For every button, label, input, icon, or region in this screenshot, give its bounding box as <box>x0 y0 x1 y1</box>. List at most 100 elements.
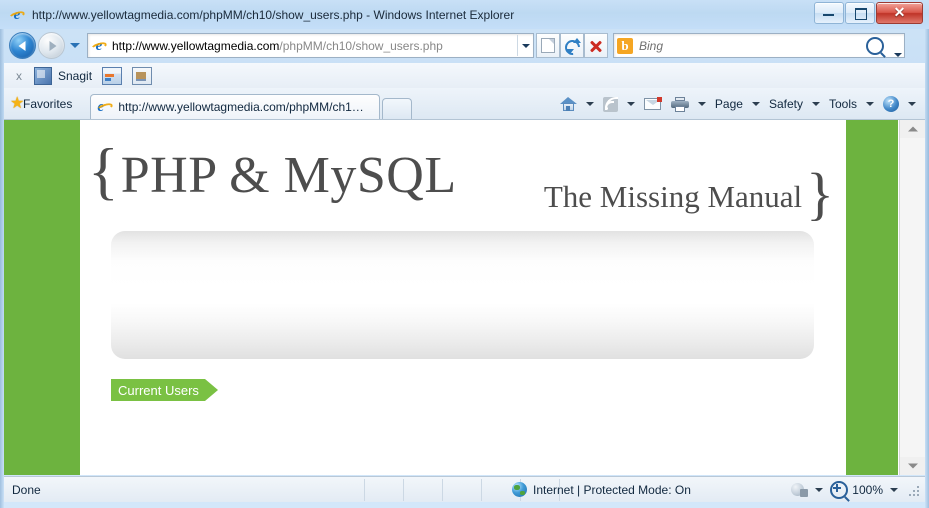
address-host: http://www.yellowtagmedia.com <box>112 38 280 53</box>
bing-icon: b <box>617 37 633 54</box>
zoom-dropdown[interactable] <box>890 487 898 492</box>
safety-menu[interactable]: Safety <box>765 93 807 115</box>
scroll-down-button[interactable] <box>900 457 925 475</box>
arrow-left-icon <box>18 40 25 51</box>
security-zone[interactable]: Internet | Protected Mode: On <box>512 477 691 502</box>
section-tab-current-users: Current Users <box>111 379 218 401</box>
new-tab-button[interactable] <box>382 98 413 119</box>
search-icon[interactable] <box>866 36 884 55</box>
close-icon: ✕ <box>893 4 906 20</box>
snagit-toolbar: x Snagit <box>4 63 925 89</box>
section-tab-arrow-icon <box>204 379 218 401</box>
search-input[interactable]: Bing <box>639 39 866 53</box>
home-dropdown[interactable] <box>585 102 594 106</box>
feeds-button[interactable] <box>599 93 622 115</box>
feeds-dropdown[interactable] <box>626 102 635 106</box>
internet-explorer-icon: e <box>9 7 25 23</box>
rss-feed-icon <box>602 96 618 112</box>
zoom-icon[interactable] <box>830 480 849 499</box>
search-box[interactable]: b Bing <box>613 33 905 58</box>
page-background: { PHP & MySQL The Missing Manual } Curre… <box>4 120 898 475</box>
back-button[interactable] <box>9 32 36 59</box>
help-button[interactable]: ? <box>879 93 903 115</box>
compatibility-view-button[interactable] <box>536 33 560 58</box>
close-button[interactable]: ✕ <box>876 2 923 24</box>
mail-button[interactable] <box>640 93 665 115</box>
stop-icon <box>588 38 604 54</box>
home-button[interactable] <box>556 93 581 115</box>
chevron-down-icon <box>522 44 530 48</box>
recent-pages-dropdown[interactable] <box>70 43 80 48</box>
maximize-icon <box>855 8 867 20</box>
page-menu-label: Page <box>714 97 743 111</box>
privacy-dropdown[interactable] <box>815 487 824 492</box>
navigation-bar: e http://www.yellowtagmedia.com/phpMM/ch… <box>4 29 925 62</box>
status-bar-right: 100% <box>791 477 919 502</box>
browser-window: e http://www.yellowtagmedia.com/phpMM/ch… <box>0 0 929 508</box>
chevron-down-icon <box>908 463 918 469</box>
favorites-label: Favorites <box>23 97 73 111</box>
address-dropdown-button[interactable] <box>517 35 533 56</box>
printer-icon <box>670 96 689 112</box>
favorites-and-tabs-bar: ★ Favorites e http://www.yellowtagmedia.… <box>4 88 925 119</box>
favorites-button[interactable]: ★ Favorites <box>10 92 82 116</box>
stop-button[interactable] <box>584 33 608 58</box>
address-path: /phpMM/ch10/show_users.php <box>279 38 443 53</box>
tab-favicon-icon: e <box>97 99 105 115</box>
section-tab-body: Current Users <box>111 379 205 401</box>
title-bar: e http://www.yellowtagmedia.com/phpMM/ch… <box>0 0 929 29</box>
snagit-label: Snagit <box>58 68 93 83</box>
address-input[interactable]: http://www.yellowtagmedia.com/phpMM/ch10… <box>112 39 517 53</box>
help-icon: ? <box>883 96 899 112</box>
zoom-level: 100% <box>852 482 883 497</box>
content-panel <box>111 231 814 359</box>
minimize-button[interactable] <box>814 2 844 24</box>
safety-menu-caret[interactable] <box>811 102 820 106</box>
tools-menu-label: Tools <box>828 97 857 111</box>
page-menu-caret[interactable] <box>751 102 760 106</box>
refresh-button[interactable] <box>560 33 584 58</box>
tab-strip: e http://www.yellowtagmedia.com/phpMM/ch… <box>90 88 413 119</box>
status-bar: Done Internet | Protected Mode: On 100% <box>4 476 925 502</box>
site-subtitle-group: The Missing Manual } <box>543 161 834 226</box>
page-title: PHP & MySQL <box>120 147 457 204</box>
page-subtitle: The Missing Manual <box>543 179 803 214</box>
scrollbar-track[interactable] <box>900 138 925 457</box>
status-text: Done <box>12 482 41 497</box>
vertical-scrollbar[interactable] <box>899 120 925 475</box>
site-header: { PHP & MySQL The Missing Manual } <box>80 135 846 230</box>
forward-button[interactable] <box>38 32 65 59</box>
site-title-group: { PHP & MySQL <box>88 135 457 207</box>
tab-active[interactable]: e http://www.yellowtagmedia.com/phpMM/ch… <box>90 94 381 119</box>
snagit-close-button[interactable]: x <box>16 69 22 83</box>
minimize-icon <box>823 14 834 16</box>
snagit-capture-button[interactable] <box>102 66 123 85</box>
chevron-up-icon <box>908 126 918 132</box>
search-provider-dropdown[interactable] <box>894 52 902 57</box>
refresh-icon <box>561 36 584 58</box>
maximize-button[interactable] <box>845 2 875 24</box>
print-dropdown[interactable] <box>697 102 706 106</box>
address-bar[interactable]: e http://www.yellowtagmedia.com/phpMM/ch… <box>87 33 534 58</box>
print-button[interactable] <box>667 93 693 115</box>
snagit-editor-button[interactable] <box>132 66 153 85</box>
compatibility-view-icon <box>541 38 555 53</box>
internet-zone-icon <box>512 482 527 497</box>
page-viewport: { PHP & MySQL The Missing Manual } Curre… <box>4 119 925 475</box>
tab-title: http://www.yellowtagmedia.com/phpMM/ch10… <box>118 100 370 114</box>
mail-icon <box>643 97 662 110</box>
scroll-up-button[interactable] <box>900 120 925 138</box>
window-title: http://www.yellowtagmedia.com/phpMM/ch10… <box>32 7 515 22</box>
brace-open-icon: { <box>88 135 119 206</box>
tools-menu[interactable]: Tools <box>825 93 861 115</box>
resize-grip[interactable] <box>907 484 919 496</box>
tools-menu-caret[interactable] <box>866 102 874 106</box>
security-zone-text: Internet | Protected Mode: On <box>533 482 691 497</box>
page-menu[interactable]: Page <box>711 93 747 115</box>
privacy-report-icon[interactable] <box>791 482 809 497</box>
command-bar: Page Safety Tools ? <box>556 93 919 115</box>
window-controls: ✕ <box>814 2 923 24</box>
help-dropdown[interactable] <box>908 102 916 106</box>
home-icon <box>559 96 577 112</box>
brace-close-icon: } <box>806 161 834 226</box>
